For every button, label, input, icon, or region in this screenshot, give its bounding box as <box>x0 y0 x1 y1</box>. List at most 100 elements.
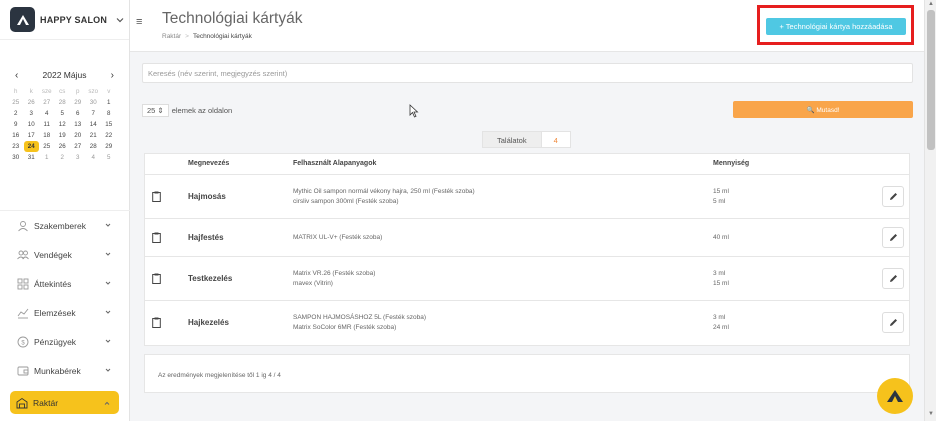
material-item: Mythic Oil sampon normál vékony hajra, 2… <box>293 188 475 195</box>
calendar-day[interactable]: 7 <box>86 108 102 119</box>
sidebar-item-elemzesek[interactable]: Elemzések <box>0 298 130 327</box>
quantity-item: 5 ml <box>713 198 726 205</box>
calendar-day[interactable]: 30 <box>86 97 102 108</box>
sidebar-item-munkaberek[interactable]: Munkabérek <box>0 356 130 385</box>
scroll-up-icon[interactable]: ▲ <box>928 1 934 7</box>
money-icon: $ <box>17 336 29 347</box>
calendar-day[interactable]: 1 <box>39 152 55 163</box>
calendar-day[interactable]: 25 <box>8 97 24 108</box>
calendar-day[interactable]: 11 <box>39 119 55 130</box>
calendar-day[interactable]: 30 <box>8 152 24 163</box>
logo-icon <box>10 7 35 32</box>
calendar-day[interactable]: 4 <box>39 108 55 119</box>
quantity-list: 3 ml 15 ml <box>713 269 729 289</box>
column-header-quantity: Mennyiség <box>713 160 750 167</box>
sidebar-item-raktar[interactable]: Raktár <box>10 391 119 414</box>
calendar-day[interactable]: 5 <box>101 152 117 163</box>
sidebar-item-label: Raktár <box>33 397 59 408</box>
pencil-icon <box>889 319 897 326</box>
scroll-down-icon[interactable]: ▼ <box>928 411 934 417</box>
calendar-day[interactable]: 23 <box>8 141 24 152</box>
calendar-day[interactable]: 1 <box>101 97 117 108</box>
sidebar-item-label: Pénzügyek <box>34 336 77 347</box>
breadcrumb-parent[interactable]: Raktár <box>162 33 181 40</box>
calendar-day[interactable]: 5 <box>55 108 71 119</box>
chevron-down-icon <box>105 339 111 343</box>
calendar-day[interactable]: 31 <box>24 152 40 163</box>
calendar-day[interactable]: 29 <box>70 97 86 108</box>
calendar-prev-button[interactable]: ‹ <box>15 70 18 81</box>
search-input[interactable] <box>142 63 913 83</box>
table-row[interactable]: Hajkezelés SAMPON HAJMOSÁSHOZ 5L (Festék … <box>145 301 909 345</box>
calendar-day[interactable]: 15 <box>101 119 117 130</box>
per-page-select[interactable]: 25 ⇕ <box>142 103 169 117</box>
calendar-day[interactable]: 21 <box>86 130 102 141</box>
calendar-day[interactable]: 25 <box>39 141 55 152</box>
calendar-day[interactable]: 2 <box>8 108 24 119</box>
table-row[interactable]: Testkezelés Matrix VR.26 (Festék szoba) ma… <box>145 257 909 301</box>
calendar-day[interactable]: 27 <box>70 141 86 152</box>
calendar-day[interactable]: 28 <box>86 141 102 152</box>
quantity-item: 3 ml <box>713 314 726 321</box>
material-item: SAMPON HAJMOSÁSHOZ 5L (Festék szoba) <box>293 314 427 321</box>
calendar-day[interactable]: 8 <box>101 108 117 119</box>
calendar-day[interactable]: 4 <box>86 152 102 163</box>
calendar-day[interactable]: 14 <box>86 119 102 130</box>
brand-switcher[interactable]: HAPPY SALON <box>0 0 129 40</box>
calendar-day[interactable]: 26 <box>55 141 71 152</box>
breadcrumb-separator: > <box>185 33 189 40</box>
user-icon <box>18 220 28 231</box>
table-row[interactable]: Hajfestés MATRIX UL-V+ (Festék szoba) 40 m… <box>145 219 909 257</box>
sidebar-item-szakemberek[interactable]: Szakemberek <box>0 211 130 240</box>
calendar-day[interactable]: 18 <box>39 130 55 141</box>
calendar-day[interactable]: 12 <box>55 119 71 130</box>
sidebar-item-label: Áttekintés <box>34 278 72 289</box>
calendar-day[interactable]: 24 <box>23 141 39 152</box>
edit-button[interactable] <box>882 227 904 248</box>
quantity-item: 40 ml <box>713 234 729 241</box>
calendar-day[interactable]: 16 <box>8 130 24 141</box>
calendar-day[interactable]: 26 <box>24 97 40 108</box>
table-body: Hajmosás Mythic Oil sampon normál vékony … <box>145 175 909 345</box>
calendar-day[interactable]: 10 <box>24 119 40 130</box>
clipboard-icon <box>152 273 161 284</box>
calendar-day[interactable]: 19 <box>55 130 71 141</box>
add-technology-card-button[interactable]: + Technológiai kártya hozzáadása <box>766 18 906 35</box>
hamburger-menu-icon[interactable]: ≡ <box>136 16 142 28</box>
mini-calendar: ‹ 2022 Május › h k sze cs p szo v 25 26 27 28 29 30 1… <box>0 68 130 163</box>
sidebar-item-penzugyek[interactable]: $ Pénzügyek <box>0 327 130 356</box>
page-scrollbar[interactable]: ▲ ▼ <box>924 0 936 421</box>
edit-button[interactable] <box>882 186 904 207</box>
card-name: Hajfestés <box>188 233 224 242</box>
calendar-day[interactable]: 29 <box>101 141 117 152</box>
sidebar-item-label: Munkabérek <box>34 365 81 376</box>
scroll-thumb[interactable] <box>927 10 935 150</box>
weekday-label: p <box>76 88 80 95</box>
material-item: Matrix SoColor 6MR (Festék szoba) <box>293 324 397 331</box>
calendar-day[interactable]: 6 <box>70 108 86 119</box>
chevron-down-icon <box>116 17 124 22</box>
quantity-list: 40 ml <box>713 233 729 243</box>
show-button[interactable]: 🔍 Mutasd! <box>733 101 913 118</box>
calendar-day[interactable]: 2 <box>55 152 71 163</box>
calendar-day[interactable]: 27 <box>39 97 55 108</box>
calendar-day[interactable]: 28 <box>55 97 71 108</box>
calendar-day[interactable]: 9 <box>8 119 24 130</box>
materials-list: Matrix VR.26 (Festék szoba) mavex (Vitrin… <box>293 269 375 289</box>
sidebar-item-attekintes[interactable]: Áttekintés <box>0 269 130 298</box>
calendar-day[interactable]: 13 <box>70 119 86 130</box>
edit-button[interactable] <box>882 312 904 333</box>
table-header: Megnevezés Felhasznált Alapanyagok Menny… <box>145 154 909 175</box>
calendar-day[interactable]: 20 <box>70 130 86 141</box>
mouse-cursor-icon <box>409 104 419 118</box>
calendar-day[interactable]: 3 <box>70 152 86 163</box>
calendar-day[interactable]: 3 <box>24 108 40 119</box>
calendar-day[interactable]: 22 <box>101 130 117 141</box>
calendar-day[interactable]: 17 <box>24 130 40 141</box>
edit-button[interactable] <box>882 268 904 289</box>
table-row[interactable]: Hajmosás Mythic Oil sampon normál vékony … <box>145 175 909 219</box>
sidebar-item-vendegek[interactable]: Vendégek <box>0 240 130 269</box>
calendar-next-button[interactable]: › <box>111 70 114 81</box>
floating-action-button[interactable] <box>877 378 913 414</box>
wallet-icon <box>17 366 29 375</box>
